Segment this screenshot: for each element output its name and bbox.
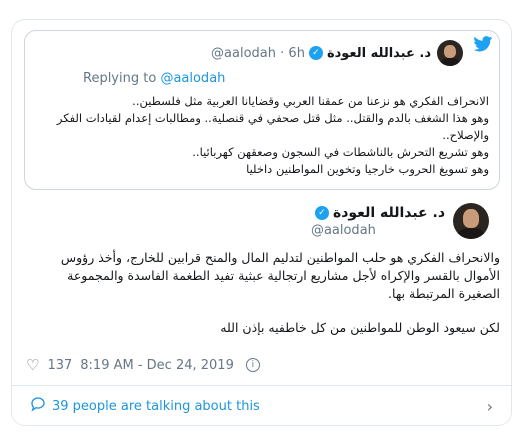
tweet-text: والانحراف الفكري هو حلب المواطنين لتدليم… — [24, 249, 500, 353]
chevron-right-icon: › — [486, 396, 493, 416]
author-name[interactable]: د. عبدالله العودة — [333, 205, 445, 221]
tweet-timestamp[interactable]: 8:19 AM - Dec 24, 2019 — [80, 358, 234, 373]
quoted-text-line: الانحراف الفكري هو نزعنا من عمقنا العربي… — [132, 94, 489, 108]
quoted-tweet[interactable]: د. عبدالله العودة ✓ @aalodah · 6h Replyi… — [24, 30, 500, 190]
verified-badge-icon: ✓ — [314, 205, 329, 220]
avatar[interactable] — [453, 203, 489, 239]
quoted-text-line: وهو تسويغ الحروب خارجيا وتخوين المواطنين… — [246, 162, 489, 176]
quoted-text-line: وهو تشريع التحرش بالناشطات في السجون وصع… — [192, 145, 489, 159]
author-handle[interactable]: @aalodah — [311, 223, 376, 238]
quoted-author-handle[interactable]: @aalodah · 6h — [211, 46, 305, 61]
divider — [12, 385, 511, 386]
quoted-author-name[interactable]: د. عبدالله العودة — [327, 46, 431, 61]
tweet-embed-card: د. عبدالله العودة ✓ @aalodah · 6h Replyi… — [11, 19, 512, 426]
tweet-author-header: د. عبدالله العودة ✓ @aalodah — [311, 200, 489, 242]
info-icon[interactable]: i — [245, 358, 260, 372]
talking-count-text: 39 people are talking about this — [52, 398, 260, 414]
replying-to: Replying to @aalodah — [83, 71, 225, 86]
replying-prefix: Replying to — [83, 71, 157, 86]
quoted-tweet-time: 6h — [288, 45, 305, 61]
tweet-paragraph: والانحراف الفكري هو حلب المواطنين لتدليم… — [60, 250, 500, 301]
quoted-tweet-text: الانحراف الفكري هو نزعنا من عمقنا العربي… — [47, 93, 489, 178]
avatar[interactable] — [437, 40, 463, 66]
replying-handle-link[interactable]: @aalodah — [160, 71, 225, 86]
like-count[interactable]: 137 — [47, 358, 72, 373]
conversation-link[interactable]: 39 people are talking about this › — [30, 396, 493, 416]
verified-badge-icon: ✓ — [308, 46, 323, 60]
tweet-meta: ♡ 137 8:19 AM - Dec 24, 2019 i — [26, 355, 260, 375]
heart-icon[interactable]: ♡ — [26, 356, 39, 374]
tweet-paragraph: لكن سيعود الوطن للمواطنين من كل خاطفيه ب… — [220, 320, 500, 335]
quoted-text-line: وهو هذا الشغف بالدم والقتل.. مثل قتل صحف… — [56, 111, 489, 125]
author-name-block: د. عبدالله العودة ✓ @aalodah — [311, 205, 445, 238]
author-name-row: د. عبدالله العودة ✓ — [311, 205, 445, 221]
comment-bubble-icon — [30, 396, 46, 416]
quoted-tweet-header: د. عبدالله العودة ✓ @aalodah · 6h — [35, 39, 463, 67]
quoted-text-line: والإصلاح.. — [442, 128, 489, 142]
